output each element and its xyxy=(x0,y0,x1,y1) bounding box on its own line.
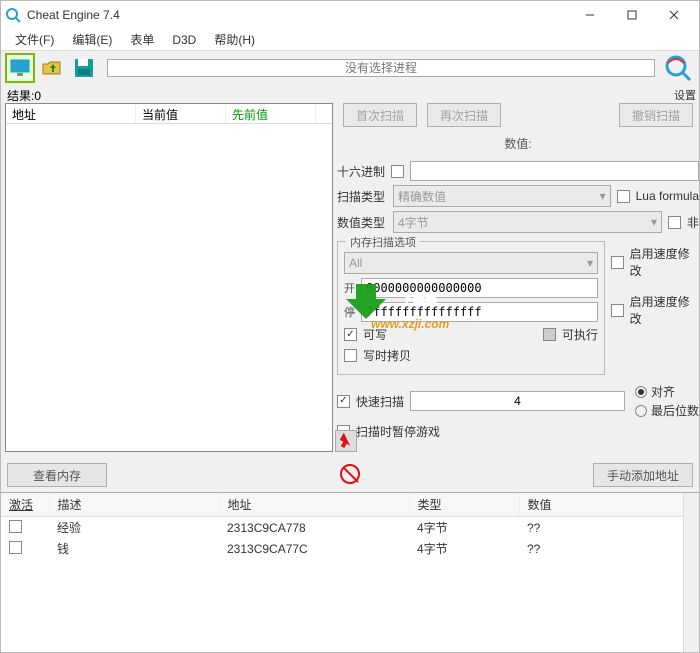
first-scan-button[interactable]: 首次扫描 xyxy=(343,103,417,127)
minimize-button[interactable] xyxy=(569,1,611,29)
app-icon xyxy=(5,7,21,23)
row-addr[interactable]: 2313C9CA77C xyxy=(219,538,409,559)
value-type-select[interactable]: 4字节▾ xyxy=(393,211,662,233)
row-desc[interactable]: 经验 xyxy=(49,517,219,539)
pause-label: 扫描时暂停游戏 xyxy=(356,423,440,440)
start-label: 开 xyxy=(344,280,355,296)
process-bar[interactable]: 没有选择进程 xyxy=(107,59,655,77)
row-type[interactable]: 4字节 xyxy=(409,538,519,559)
value-type-label: 数值类型 xyxy=(337,214,387,231)
start-input[interactable] xyxy=(361,278,598,298)
mid-bar: 查看内存 手动添加地址 xyxy=(1,458,699,492)
align-label: 对齐 xyxy=(651,383,675,400)
th-value[interactable]: 数值 xyxy=(519,493,699,517)
value-label: 数值: xyxy=(343,135,693,152)
cow-checkbox[interactable] xyxy=(344,349,357,362)
col-previous[interactable]: 先前值 xyxy=(226,104,316,123)
scan-type-label: 扫描类型 xyxy=(337,188,387,205)
results-label: 结果: xyxy=(7,89,34,103)
add-manual-button[interactable]: 手动添加地址 xyxy=(593,463,693,487)
row-active-checkbox[interactable] xyxy=(9,541,22,554)
results-header: 地址 当前值 先前值 xyxy=(6,104,332,124)
open-file-button[interactable] xyxy=(37,53,67,83)
ce-logo-icon[interactable] xyxy=(663,53,693,83)
row-addr[interactable]: 2313C9CA778 xyxy=(219,517,409,539)
th-desc[interactable]: 描述 xyxy=(49,493,219,517)
lua-checkbox[interactable] xyxy=(617,190,630,203)
th-type[interactable]: 类型 xyxy=(409,493,519,517)
view-memory-button[interactable]: 查看内存 xyxy=(7,463,107,487)
menu-table[interactable]: 表单 xyxy=(122,29,162,50)
row-value[interactable]: ?? xyxy=(519,517,699,539)
fastscan-input[interactable] xyxy=(410,391,625,411)
main-area: 地址 当前值 先前值 首次扫描 再次扫描 撤销扫描 数值: 十六进制 扫描类型 … xyxy=(1,103,699,452)
results-list[interactable]: 地址 当前值 先前值 xyxy=(5,103,333,452)
add-to-list-button[interactable] xyxy=(335,430,357,452)
speedhack1-checkbox[interactable] xyxy=(611,256,624,269)
not-label: 非 xyxy=(687,214,699,231)
table-header-row: 激活 描述 地址 类型 数值 xyxy=(1,493,699,517)
fastscan-checkbox[interactable] xyxy=(337,395,350,408)
fastscan-label: 快速扫描 xyxy=(356,393,404,410)
executable-label: 可执行 xyxy=(562,326,598,343)
scan-type-select[interactable]: 精确数值▾ xyxy=(393,185,611,207)
toolbar: 没有选择进程 xyxy=(1,51,699,85)
process-label: 没有选择进程 xyxy=(108,60,654,76)
align-radio[interactable] xyxy=(635,386,647,398)
undo-scan-button[interactable]: 撤销扫描 xyxy=(619,103,693,127)
table-scrollbar[interactable] xyxy=(683,493,699,652)
hex-checkbox[interactable] xyxy=(391,165,404,178)
window-title: Cheat Engine 7.4 xyxy=(27,8,569,22)
col-current[interactable]: 当前值 xyxy=(136,104,226,123)
cheat-table: 激活 描述 地址 类型 数值 经验 2313C9CA778 4字节 ?? 钱 2… xyxy=(1,492,699,652)
select-process-button[interactable] xyxy=(5,53,35,83)
writable-checkbox[interactable] xyxy=(344,328,357,341)
hex-label: 十六进制 xyxy=(337,163,385,180)
title-bar: Cheat Engine 7.4 xyxy=(1,1,699,29)
speedhack2-label: 启用速度修改 xyxy=(630,293,699,327)
table-row[interactable]: 经验 2313C9CA778 4字节 ?? xyxy=(1,517,699,539)
th-active[interactable]: 激活 xyxy=(1,493,49,517)
speedhack1-label: 启用速度修改 xyxy=(630,245,699,279)
value-input[interactable] xyxy=(410,161,699,181)
row-active-checkbox[interactable] xyxy=(9,520,22,533)
settings-label[interactable]: 设置 xyxy=(674,87,696,103)
speedhack2-checkbox[interactable] xyxy=(611,304,624,317)
menu-edit[interactable]: 编辑(E) xyxy=(64,29,120,50)
memopts-title: 内存扫描选项 xyxy=(346,234,420,250)
stop-icon[interactable] xyxy=(340,464,360,484)
menu-bar: 文件(F) 编辑(E) 表单 D3D 帮助(H) xyxy=(1,29,699,51)
not-checkbox[interactable] xyxy=(668,216,681,229)
next-scan-button[interactable]: 再次扫描 xyxy=(427,103,501,127)
row-value[interactable]: ?? xyxy=(519,538,699,559)
save-file-button[interactable] xyxy=(69,53,99,83)
row-desc[interactable]: 钱 xyxy=(49,538,219,559)
th-addr[interactable]: 地址 xyxy=(219,493,409,517)
lua-label: Lua formula xyxy=(636,189,699,203)
executable-checkbox[interactable] xyxy=(543,328,556,341)
writable-label: 可写 xyxy=(363,326,387,343)
table-row[interactable]: 钱 2313C9CA77C 4字节 ?? xyxy=(1,538,699,559)
close-button[interactable] xyxy=(653,1,695,29)
lastdigits-radio[interactable] xyxy=(635,405,647,417)
cow-label: 写时拷贝 xyxy=(363,347,411,364)
menu-help[interactable]: 帮助(H) xyxy=(206,29,263,50)
maximize-button[interactable] xyxy=(611,1,653,29)
results-count: 0 xyxy=(34,89,41,103)
menu-file[interactable]: 文件(F) xyxy=(7,29,62,50)
stop-label: 停 xyxy=(344,304,355,320)
region-select[interactable]: All▾ xyxy=(344,252,598,274)
row-type[interactable]: 4字节 xyxy=(409,517,519,539)
col-address[interactable]: 地址 xyxy=(6,104,136,123)
lastdigits-label: 最后位数 xyxy=(651,402,699,419)
scan-panel: 首次扫描 再次扫描 撤销扫描 数值: 十六进制 扫描类型 精确数值▾ Lua f… xyxy=(337,103,699,452)
stop-input[interactable] xyxy=(361,302,598,322)
menu-d3d[interactable]: D3D xyxy=(164,31,204,49)
